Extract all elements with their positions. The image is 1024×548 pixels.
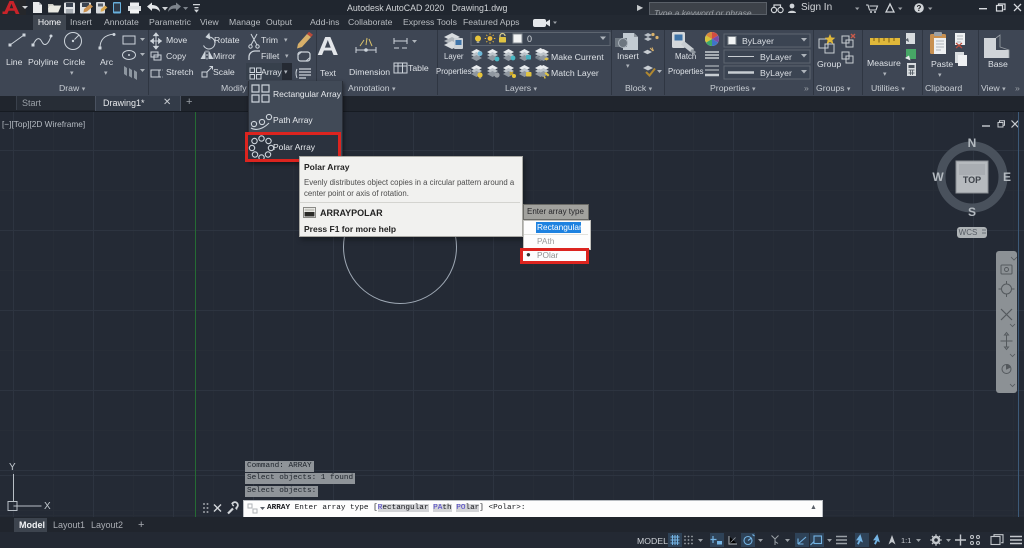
svg-text:Y: Y [9, 462, 16, 473]
svg-text:WCS: WCS [959, 228, 978, 237]
svg-text:1:1: 1:1 [901, 536, 911, 545]
svg-text:X: X [44, 501, 51, 512]
svg-text:W: W [932, 170, 944, 184]
svg-text:?: ? [917, 4, 922, 13]
svg-text:TOP: TOP [963, 175, 981, 185]
svg-text:S: S [968, 205, 976, 219]
svg-text:0: 0 [527, 34, 532, 44]
svg-text:N: N [968, 136, 977, 150]
svg-text:E: E [1003, 170, 1011, 184]
